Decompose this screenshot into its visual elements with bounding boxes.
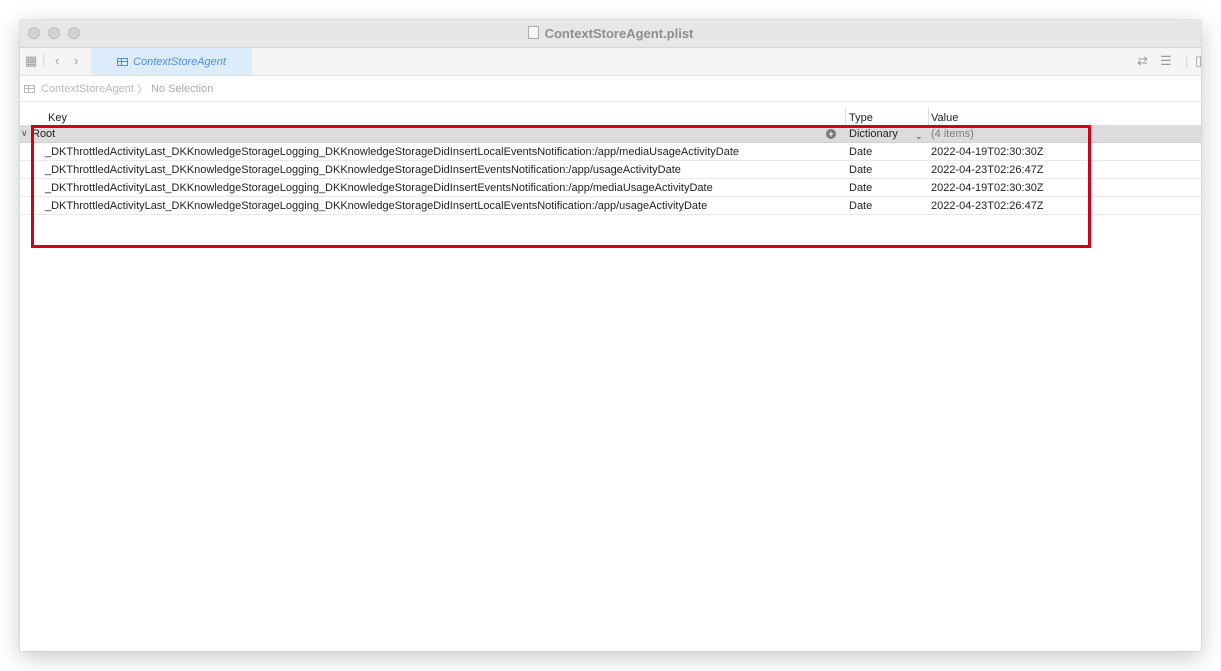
row-type: Date bbox=[849, 164, 873, 176]
toolbar-divider: | bbox=[42, 52, 46, 67]
column-divider bbox=[928, 107, 929, 125]
add-item-icon[interactable]: + bbox=[826, 129, 836, 139]
column-header-value[interactable]: Value bbox=[931, 112, 958, 124]
back-icon[interactable]: ‹ bbox=[55, 53, 59, 68]
root-value: (4 items) bbox=[931, 128, 974, 140]
row-value: 2022-04-23T02:26:47Z bbox=[931, 164, 1044, 176]
plist-file-icon bbox=[24, 84, 35, 93]
root-key: Root bbox=[32, 128, 56, 140]
window-title: ContextStoreAgent.plist bbox=[544, 26, 694, 41]
plist-table-icon bbox=[117, 57, 129, 66]
panel-icon[interactable]: ▯ bbox=[1195, 53, 1201, 69]
table-row[interactable]: _DKThrottledActivityLast_DKKnowledgeStor… bbox=[20, 179, 1201, 197]
forward-icon[interactable]: › bbox=[74, 53, 78, 68]
grid-icon[interactable]: ▦ bbox=[25, 53, 37, 69]
row-key: _DKThrottledActivityLast_DKKnowledgeStor… bbox=[45, 182, 713, 194]
table-header: Key Type Value bbox=[20, 103, 1201, 125]
table-row[interactable]: _DKThrottledActivityLast_DKKnowledgeStor… bbox=[20, 161, 1201, 179]
column-divider bbox=[845, 107, 846, 125]
table-row[interactable]: _DKThrottledActivityLast_DKKnowledgeStor… bbox=[20, 143, 1201, 161]
row-type: Date bbox=[849, 146, 873, 158]
row-key: _DKThrottledActivityLast_DKKnowledgeStor… bbox=[45, 164, 681, 176]
disclosure-chevron-down-icon[interactable]: ∨ bbox=[21, 128, 28, 139]
root-type[interactable]: Dictionary bbox=[849, 128, 898, 140]
row-value: 2022-04-23T02:26:47Z bbox=[931, 200, 1044, 212]
toolbar-divider-right: | bbox=[1185, 53, 1189, 68]
plist-table: Key Type Value ∨ Root + Dictionary ⌃ ⌄ (4… bbox=[20, 103, 1201, 215]
row-value: 2022-04-19T02:30:30Z bbox=[931, 182, 1044, 194]
document-icon bbox=[527, 26, 539, 39]
jumpbar-file[interactable]: ContextStoreAgent bbox=[41, 83, 134, 95]
table-row[interactable]: _DKThrottledActivityLast_DKKnowledgeStor… bbox=[20, 197, 1201, 215]
tab-bar: ▦ | ‹ › ContextStoreAgent ⇄ ☰ | ▯ bbox=[20, 48, 1201, 76]
row-type: Date bbox=[849, 182, 873, 194]
jumpbar-chevron-icon: 〉 bbox=[136, 83, 148, 96]
column-header-key[interactable]: Key bbox=[48, 112, 67, 124]
row-key: _DKThrottledActivityLast_DKKnowledgeStor… bbox=[45, 200, 708, 212]
jump-bar: ContextStoreAgent 〉 No Selection bbox=[20, 76, 1201, 102]
jumpbar-selection[interactable]: No Selection bbox=[151, 83, 213, 95]
lines-icon[interactable]: ☰ bbox=[1160, 53, 1172, 69]
window-title-container: ContextStoreAgent.plist bbox=[20, 26, 1201, 41]
row-value: 2022-04-19T02:30:30Z bbox=[931, 146, 1044, 158]
tab-context-store-agent[interactable]: ContextStoreAgent bbox=[91, 48, 252, 75]
row-type: Date bbox=[849, 200, 873, 212]
column-header-type[interactable]: Type bbox=[849, 112, 873, 124]
plist-editor-window: ContextStoreAgent.plist ▦ | ‹ › ContextS… bbox=[20, 20, 1201, 651]
swap-icon[interactable]: ⇄ bbox=[1137, 53, 1148, 69]
tab-label: ContextStoreAgent bbox=[133, 55, 226, 68]
row-key: _DKThrottledActivityLast_DKKnowledgeStor… bbox=[45, 146, 740, 158]
table-row-root[interactable]: ∨ Root + Dictionary ⌃ ⌄ (4 items) bbox=[20, 125, 1201, 143]
title-bar: ContextStoreAgent.plist bbox=[20, 20, 1201, 48]
type-stepper-icon[interactable]: ⌃ ⌄ bbox=[915, 125, 923, 141]
